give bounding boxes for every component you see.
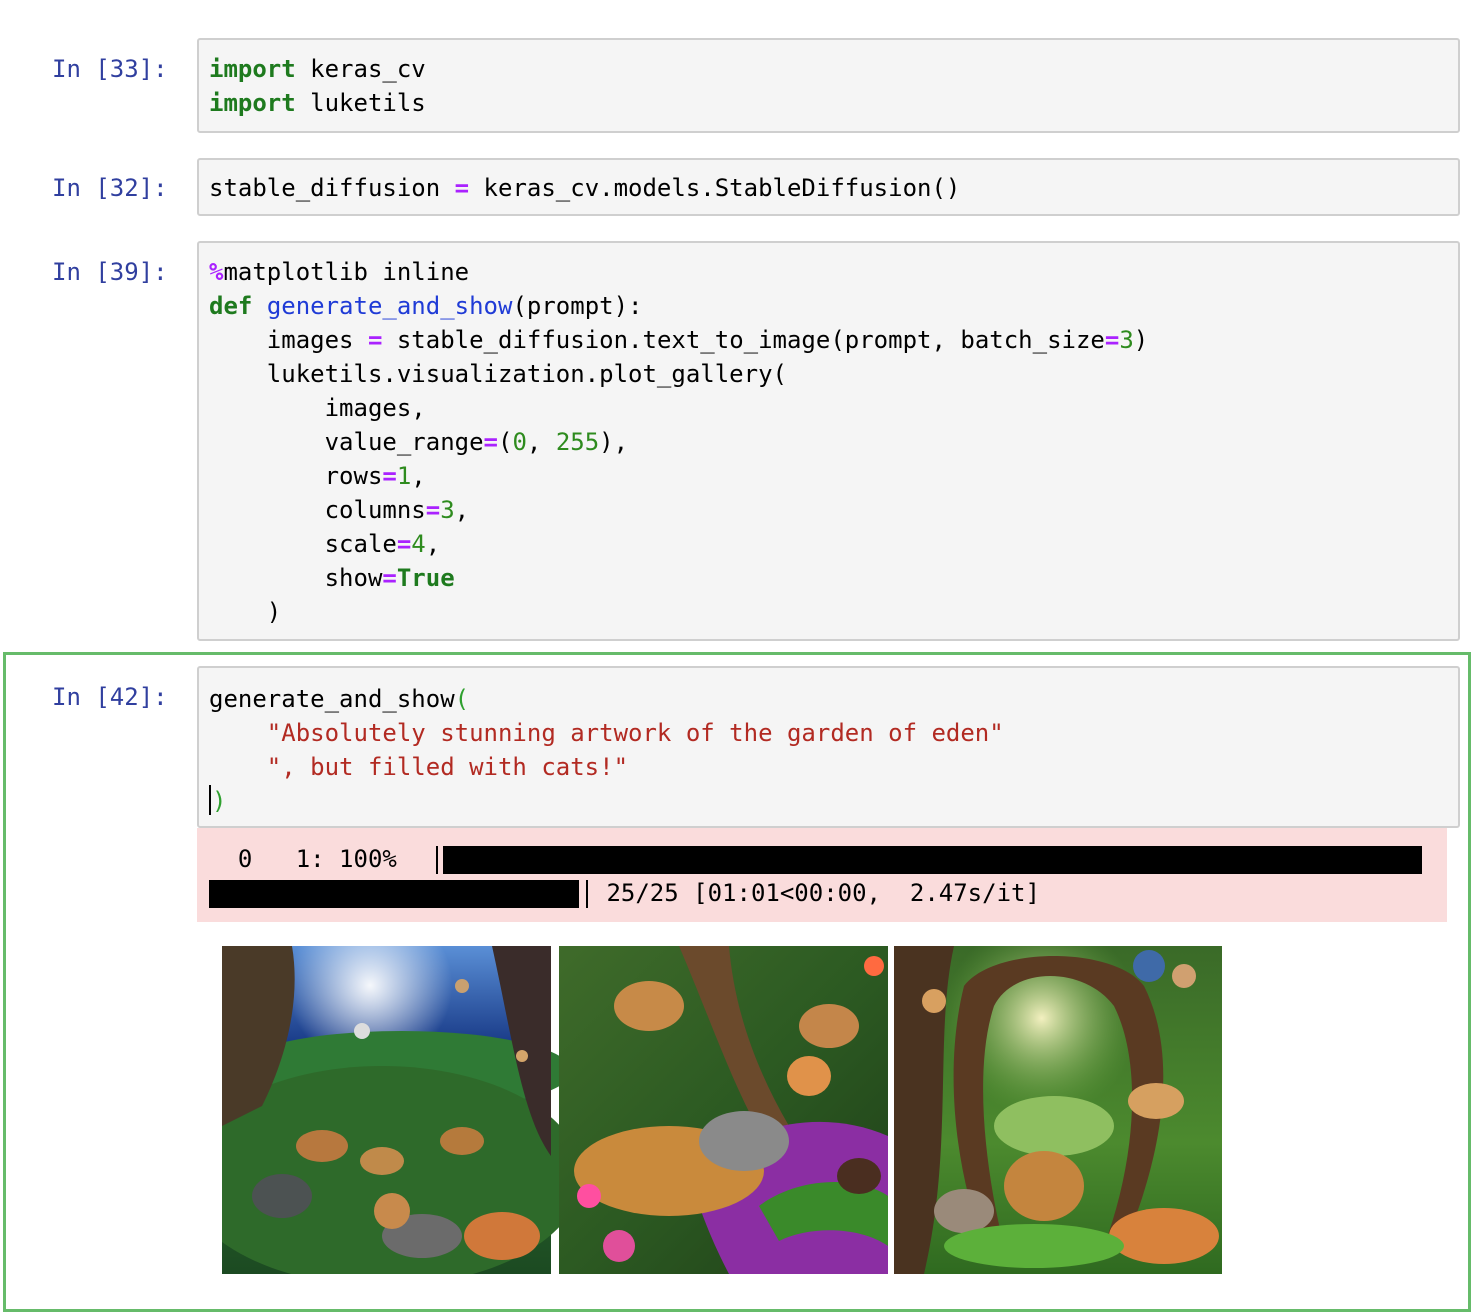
code-token: import — [209, 89, 296, 117]
code-line: scale=4, — [209, 527, 1148, 561]
code-line: show=True — [209, 561, 1148, 595]
code-token: True — [396, 564, 455, 592]
cell-prompt: In [39]: — [52, 258, 168, 286]
code-token: , — [526, 428, 556, 456]
code-token: scale — [209, 530, 397, 558]
code-line: import keras_cv — [209, 52, 426, 86]
code-token: matplotlib inline — [223, 258, 470, 286]
code-token: 1 — [396, 462, 412, 490]
code-token: = — [425, 496, 441, 524]
code-line: value_range=(0, 255), — [209, 425, 1148, 459]
code-token: 255 — [555, 428, 600, 456]
code-line: ) — [209, 784, 1004, 818]
code-token: ( — [498, 428, 513, 456]
progress-bar-right-edge — [586, 880, 588, 908]
cell-prompt: In [42]: — [52, 683, 168, 711]
code-input[interactable]: generate_and_show( "Absolutely stunning … — [197, 666, 1460, 828]
code-token: 3 — [440, 496, 455, 524]
code-token: "Absolutely stunning artwork of the gard… — [266, 719, 1004, 747]
code-line: stable_diffusion = keras_cv.models.Stabl… — [209, 171, 960, 205]
code-token: = — [382, 564, 397, 592]
code-token: , — [411, 462, 426, 490]
code-token: keras_cv — [295, 55, 426, 83]
progress-bar-fill-line1 — [443, 846, 1422, 874]
code-line: %matplotlib inline — [209, 255, 1148, 289]
code-token: luketils.visualization.plot_gallery( — [209, 360, 787, 388]
code-token: generate_and_show — [209, 685, 455, 713]
code-line: generate_and_show( — [209, 682, 1004, 716]
cell-39[interactable]: In [39]: %matplotlib inline def generate_… — [0, 230, 1480, 650]
generated-image-3 — [894, 946, 1222, 1274]
progress-bar-fill-line2 — [209, 880, 579, 908]
code-token: images, — [209, 394, 426, 422]
code-input[interactable]: import keras_cv import luketils — [197, 38, 1460, 133]
code-line: rows=1, — [209, 459, 1148, 493]
code-token: 3 — [1119, 326, 1134, 354]
code-token: ( — [454, 685, 470, 713]
code-token: keras_cv.models.StableDiffusion() — [469, 174, 961, 202]
code-token: ), — [599, 428, 629, 456]
stderr-output: 0 1: 100% 25/25 [01:01<00:00, 2.47s/it] — [197, 828, 1447, 922]
code-line: ) — [209, 595, 1148, 629]
code-token: (prompt): — [512, 292, 643, 320]
generated-image-2 — [559, 946, 888, 1274]
code-token: ) — [212, 787, 227, 815]
code-line: def generate_and_show(prompt): — [209, 289, 1148, 323]
code-line: ", but filled with cats!" — [209, 750, 1004, 784]
code-token: = — [367, 326, 383, 354]
code-token: generate_and_show — [266, 292, 513, 320]
code-token: value_range — [209, 428, 484, 456]
code-editor[interactable]: generate_and_show( "Absolutely stunning … — [209, 682, 1004, 818]
code-token: , — [454, 496, 470, 524]
code-editor[interactable]: stable_diffusion = keras_cv.models.Stabl… — [209, 171, 960, 205]
code-token: , — [425, 530, 441, 558]
code-token: % — [209, 258, 224, 286]
code-input[interactable]: %matplotlib inline def generate_and_show(… — [197, 241, 1460, 641]
code-token: stable_diffusion — [209, 174, 455, 202]
code-token: show — [209, 564, 383, 592]
cell-33[interactable]: In [33]: import keras_cv import luketils — [0, 0, 1480, 140]
code-token: import — [209, 55, 296, 83]
code-line: images, — [209, 391, 1148, 425]
code-line: luketils.visualization.plot_gallery( — [209, 357, 1148, 391]
code-token: = — [454, 174, 470, 202]
code-token: = — [1104, 326, 1120, 354]
progress-label: 0 1: 100% — [209, 845, 397, 873]
code-token: 4 — [411, 530, 426, 558]
code-line: images = stable_diffusion.text_to_image(… — [209, 323, 1148, 357]
text-cursor — [209, 785, 211, 815]
cell-32[interactable]: stable_diffusion = keras_cv.models.Stabl… — [0, 140, 1480, 230]
code-token: rows — [209, 462, 383, 490]
code-line: columns=3, — [209, 493, 1148, 527]
code-token: = — [483, 428, 498, 456]
gallery-svg — [222, 946, 1222, 1274]
code-token: = — [396, 530, 412, 558]
code-token: 0 — [512, 428, 527, 456]
code-token: luketils — [295, 89, 426, 117]
code-token: ) — [1133, 326, 1149, 354]
code-token: def — [209, 292, 253, 320]
code-token: ) — [209, 598, 282, 626]
cell-prompt: In [32]: — [52, 174, 168, 202]
code-line: "Absolutely stunning artwork of the gard… — [209, 716, 1004, 750]
cell-prompt: In [33]: — [52, 55, 168, 83]
code-token: = — [382, 462, 397, 490]
image-gallery — [222, 946, 1222, 1274]
code-token: stable_diffusion.text_to_image(prompt, b… — [382, 326, 1105, 354]
code-editor[interactable]: %matplotlib inline def generate_and_show(… — [209, 255, 1148, 629]
code-token: images — [209, 326, 368, 354]
code-token: columns — [209, 496, 426, 524]
code-token: ", but filled with cats!" — [266, 753, 629, 781]
progress-stats: 25/25 [01:01<00:00, 2.47s/it] — [592, 879, 1040, 907]
code-line: import luketils — [209, 86, 426, 120]
code-input[interactable]: stable_diffusion = keras_cv.models.Stabl… — [197, 158, 1460, 216]
progress-bar-left-edge — [436, 846, 438, 874]
generated-image-1 — [222, 946, 582, 1274]
code-editor[interactable]: import keras_cv import luketils — [209, 52, 426, 120]
